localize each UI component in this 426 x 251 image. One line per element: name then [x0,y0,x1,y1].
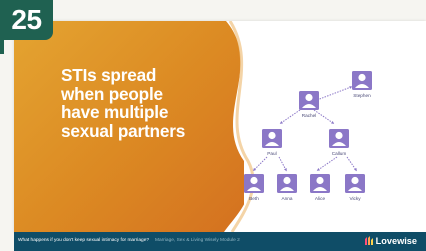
slide-number-badge-edge [0,40,4,54]
slide-number-badge: 25 [0,0,53,40]
footer-course: Marriage, Sex & Living Wisely Module 2 [155,238,240,243]
label-alice: Alice [315,196,326,201]
label-paul: Paul [267,151,276,156]
avatar-alice [310,174,330,193]
slide: STIs spread when people have multiple se… [14,21,426,232]
brand: Lovewise [364,235,417,247]
label-beth: Beth [249,196,259,201]
label-stephen: Stephen [353,93,371,98]
avatar-rachel [299,91,319,110]
avatar-stephen [352,71,372,90]
avatar-vicky [345,174,365,193]
brand-name: Lovewise [375,236,417,246]
label-anna: Anna [282,196,293,201]
label-callum: Callum [332,151,347,156]
avatar-anna [277,174,297,193]
partner-network-diagram: Stephen Rachel Paul Callum Beth Anna Ali… [244,71,372,201]
avatar-beth [244,174,264,193]
label-vicky: Vicky [349,196,361,201]
lovewise-logo-icon [364,236,373,245]
avatar-callum [329,129,349,148]
avatar-paul [262,129,282,148]
label-rachel: Rachel [302,113,317,118]
footer-bar: What happens if you don't keep sexual in… [14,232,426,251]
footer-question: What happens if you don't keep sexual in… [18,238,150,243]
